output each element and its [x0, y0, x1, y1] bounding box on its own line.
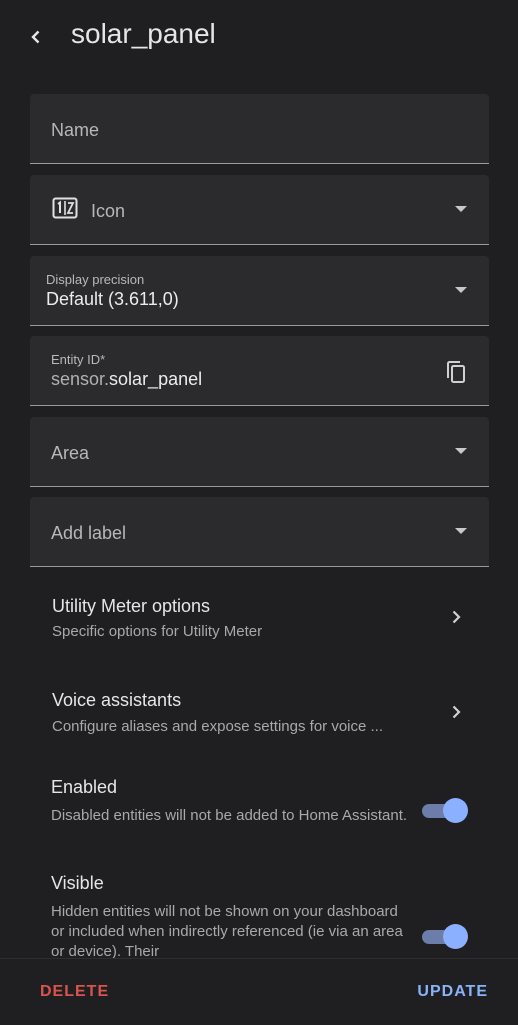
- area-picker[interactable]: Area: [30, 417, 489, 487]
- entity-id-object: solar_panel: [109, 369, 203, 389]
- back-button[interactable]: [22, 22, 50, 52]
- enabled-toggle[interactable]: [422, 797, 468, 823]
- utility-meter-options-row[interactable]: Utility Meter options Specific options f…: [0, 585, 518, 655]
- entity-id-value: sensor.solar_panel: [51, 369, 202, 390]
- icon-picker[interactable]: Icon: [30, 175, 489, 245]
- voice-assistants-row[interactable]: Voice assistants Configure aliases and e…: [0, 680, 518, 750]
- chevron-down-icon: [455, 448, 467, 454]
- add-label-picker[interactable]: Add label: [30, 497, 489, 567]
- voice-assistants-subtitle: Configure aliases and expose settings fo…: [52, 718, 384, 735]
- area-label: Area: [51, 443, 90, 463]
- chevron-left-icon: [31, 30, 40, 44]
- utility-meter-subtitle: Specific options for Utility Meter: [52, 623, 263, 640]
- dialog-footer: DELETE UPDATE: [0, 958, 518, 1025]
- chevron-down-icon: [455, 528, 467, 534]
- entity-id-field[interactable]: Entity ID* sensor.solar_panel: [30, 336, 489, 406]
- enabled-subtitle: Disabled entities will not be added to H…: [51, 807, 408, 824]
- chevron-right-icon: [452, 610, 461, 624]
- entity-id-prefix: sensor.: [51, 369, 110, 389]
- entity-id-label: Entity ID*: [51, 352, 106, 367]
- visible-title: Visible: [51, 873, 104, 893]
- add-label-label: Add label: [51, 523, 127, 543]
- name-placeholder: Name: [51, 120, 100, 140]
- visible-row: Visible Hidden entities will not be show…: [0, 864, 518, 958]
- visible-toggle[interactable]: [422, 923, 468, 949]
- display-precision-label: Display precision: [46, 272, 145, 287]
- toggle-thumb: [443, 798, 468, 823]
- numeric-icon: [52, 197, 78, 219]
- visible-subtitle: Hidden entities will not be shown on you…: [51, 903, 403, 958]
- voice-assistants-title: Voice assistants: [52, 690, 182, 710]
- display-precision-select[interactable]: Display precision Default (3.611,0): [30, 256, 489, 326]
- copy-icon[interactable]: [445, 360, 467, 384]
- icon-label: Icon: [91, 201, 126, 221]
- name-field[interactable]: Name: [30, 94, 489, 164]
- chevron-down-icon: [455, 287, 467, 293]
- page-title: solar_panel: [71, 18, 216, 49]
- update-button[interactable]: UPDATE: [417, 983, 488, 1001]
- utility-meter-title: Utility Meter options: [52, 596, 211, 616]
- enabled-title: Enabled: [51, 777, 118, 797]
- toggle-thumb: [443, 924, 468, 949]
- delete-button[interactable]: DELETE: [40, 983, 109, 1001]
- enabled-row: Enabled Disabled entities will not be ad…: [0, 768, 518, 852]
- chevron-right-icon: [452, 705, 461, 719]
- app-header: solar_panel: [0, 0, 518, 76]
- display-precision-value: Default (3.611,0): [46, 289, 179, 309]
- chevron-down-icon: [455, 206, 467, 212]
